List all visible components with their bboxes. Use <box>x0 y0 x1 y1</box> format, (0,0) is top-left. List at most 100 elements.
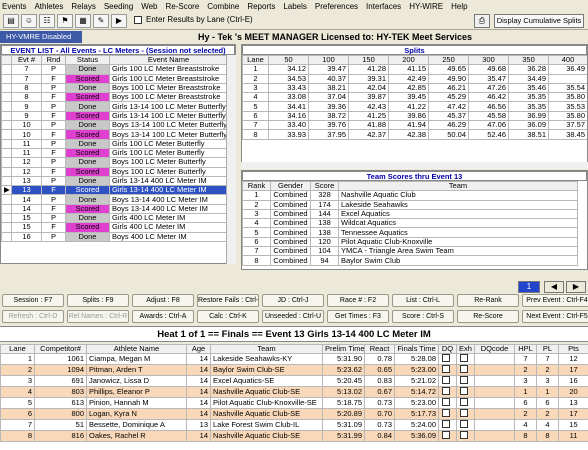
split-time[interactable]: 49.65 <box>428 64 469 75</box>
menu-re-score[interactable]: Re-Score <box>166 2 200 11</box>
split-time[interactable]: 46.42 <box>468 92 509 103</box>
split-time[interactable]: 35.53 <box>548 101 587 112</box>
split-time[interactable]: 41.15 <box>388 64 429 75</box>
team-score-row[interactable]: 5 Combined 138 Tennessee Aquatics <box>242 227 578 238</box>
cmd-calc-button[interactable]: Calc : Ctrl-K <box>197 310 259 323</box>
dq-code[interactable] <box>474 397 515 410</box>
cmd-restore-fails-button[interactable]: Restore Fails : Ctrl-Restore <box>197 294 259 307</box>
cmd-awards-button[interactable]: Awards : Ctrl-A <box>132 310 194 323</box>
dq-code[interactable] <box>474 408 515 421</box>
heat-entry-row[interactable]: 1 1061 Ciampa, Megan M 14 Lakeside Seahawks-… <box>0 353 588 366</box>
athletes-icon[interactable]: ☺ <box>21 14 37 28</box>
split-time[interactable]: 39.76 <box>308 120 349 131</box>
split-time[interactable]: 36.49 <box>548 64 587 75</box>
cmd-jd-button[interactable]: JD : Ctrl-J <box>262 294 324 307</box>
split-time[interactable]: 39.31 <box>348 73 389 84</box>
dq-code[interactable] <box>474 353 515 366</box>
dq-checkbox[interactable] <box>438 386 457 399</box>
heat-entry-row[interactable]: 4 803 Phillips, Eleanor P 14 Nashville Aquat… <box>0 386 588 399</box>
menu-preferences[interactable]: Preferences <box>315 2 358 11</box>
run-icon[interactable]: ▶ <box>111 14 127 28</box>
dq-box[interactable] <box>441 387 450 396</box>
dq-box[interactable] <box>441 365 450 374</box>
split-time[interactable]: 36.28 <box>508 64 549 75</box>
dq-checkbox[interactable] <box>438 430 457 443</box>
menu-athletes[interactable]: Athletes <box>34 2 63 11</box>
dq-code[interactable] <box>474 364 515 377</box>
split-time[interactable]: 45.29 <box>428 92 469 103</box>
cmd-next-event-button[interactable]: Next Event : Ctrl-F5 <box>522 310 588 323</box>
event-row[interactable]: 11 P Done Girls 100 LC Meter Butterfly <box>1 138 228 149</box>
heat-entry-row[interactable]: 7 51 Bessette, Dominique A 13 Lake Forest Sw… <box>0 419 588 432</box>
team-score-row[interactable]: 2 Combined 174 Lakeside Seahawks <box>242 199 578 210</box>
event-row[interactable]: 9 P Done Girls 13-14 100 LC Meter Butterfly <box>1 101 228 112</box>
exh-checkbox[interactable] <box>456 386 475 399</box>
event-row[interactable]: 7 F Scored Girls 100 LC Meter Breaststroke <box>1 73 228 84</box>
exh-box[interactable] <box>459 409 468 418</box>
split-time[interactable]: 50.04 <box>428 129 469 140</box>
event-row[interactable]: 15 P Done Girls 400 LC Meter IM <box>1 213 228 224</box>
cmd-rel-names-button[interactable]: Rel Names : Ctrl-R <box>67 310 129 323</box>
split-time[interactable]: 41.25 <box>348 110 389 122</box>
team-score-row[interactable]: 3 Combined 144 Excel Aquatics <box>242 208 578 220</box>
split-time[interactable] <box>548 73 587 84</box>
event-row[interactable]: 14 P Done Boys 13-14 400 LC Meter IM <box>1 194 228 205</box>
exh-checkbox[interactable] <box>456 375 475 388</box>
split-time[interactable]: 33.93 <box>268 129 309 140</box>
exh-box[interactable] <box>459 376 468 385</box>
split-time[interactable]: 39.86 <box>388 110 429 122</box>
split-time[interactable]: 41.88 <box>348 120 389 131</box>
enter-lane-checkbox[interactable] <box>134 15 142 24</box>
team-score-row[interactable]: 6 Combined 120 Pilot Aquatic Club-Knoxville <box>242 236 578 248</box>
event-row[interactable]: 8 F Scored Boys 100 LC Meter Breaststroke <box>1 92 228 103</box>
dq-checkbox[interactable] <box>438 364 457 377</box>
split-time[interactable]: 35.46 <box>508 82 549 94</box>
split-time[interactable]: 38.45 <box>548 129 587 140</box>
split-time[interactable]: 42.04 <box>348 82 389 94</box>
dq-box[interactable] <box>441 376 450 385</box>
menu-relays[interactable]: Relays <box>71 2 95 11</box>
dq-code[interactable] <box>474 386 515 399</box>
team-score-row[interactable]: 8 Combined 94 Baylor Swim Club <box>242 255 578 266</box>
split-time[interactable]: 35.80 <box>548 110 587 122</box>
heat-entry-row[interactable]: 3 691 Janowicz, Lissa D 14 Excel Aquatics-SE… <box>0 375 588 388</box>
team-score-row[interactable]: 7 Combined 104 YMCA - Triangle Area Swim Te… <box>242 246 578 257</box>
split-time[interactable]: 36.09 <box>508 120 549 131</box>
event-list-scrollbar[interactable] <box>226 55 236 264</box>
teams-icon[interactable]: ⚑ <box>57 14 73 28</box>
split-time[interactable]: 46.56 <box>468 101 509 112</box>
cmd-re-rank-button[interactable]: Re-Rank <box>457 294 519 307</box>
finals-time[interactable]: 5:23.00 <box>394 364 439 377</box>
split-time[interactable]: 42.49 <box>388 73 429 84</box>
split-time[interactable]: 37.04 <box>308 92 349 103</box>
menu-combine[interactable]: Combine <box>207 2 239 11</box>
split-time[interactable]: 35.47 <box>468 73 509 84</box>
split-time[interactable]: 34.12 <box>268 64 309 75</box>
splits-scrollbar[interactable] <box>241 162 588 169</box>
split-time[interactable]: 52.46 <box>468 129 509 140</box>
cmd-list-button[interactable]: List : Ctrl-L <box>392 294 454 307</box>
dq-box[interactable] <box>441 354 450 363</box>
split-time[interactable]: 36.99 <box>508 110 549 122</box>
split-time[interactable]: 38.51 <box>508 129 549 140</box>
split-time[interactable]: 35.54 <box>548 82 587 94</box>
heat-entry-row[interactable]: 6 800 Logan, Kyra N 14 Nashville Aquatic Clu… <box>0 408 588 421</box>
split-time[interactable]: 38.72 <box>308 110 349 122</box>
split-time[interactable]: 33.08 <box>268 92 309 103</box>
finals-time[interactable]: 5:17.73 <box>394 408 439 421</box>
split-time[interactable]: 46.21 <box>428 82 469 94</box>
split-time[interactable]: 33.43 <box>268 82 309 94</box>
dq-code[interactable] <box>474 419 515 432</box>
exh-checkbox[interactable] <box>456 353 475 366</box>
split-time[interactable]: 42.43 <box>348 101 389 112</box>
finals-time[interactable]: 5:23.00 <box>394 397 439 410</box>
menu-events[interactable]: Events <box>2 2 26 11</box>
split-time[interactable]: 47.42 <box>428 101 469 112</box>
finals-time[interactable]: 5:14.72 <box>394 386 439 399</box>
menu-help[interactable]: Help <box>451 2 467 11</box>
menu-hy-wire[interactable]: HY-WIRE <box>409 2 443 11</box>
split-time[interactable]: 35.80 <box>548 92 587 103</box>
finals-time[interactable]: 5:21.02 <box>394 375 439 388</box>
split-time[interactable]: 34.53 <box>268 73 309 84</box>
split-time[interactable]: 35.35 <box>508 92 549 103</box>
